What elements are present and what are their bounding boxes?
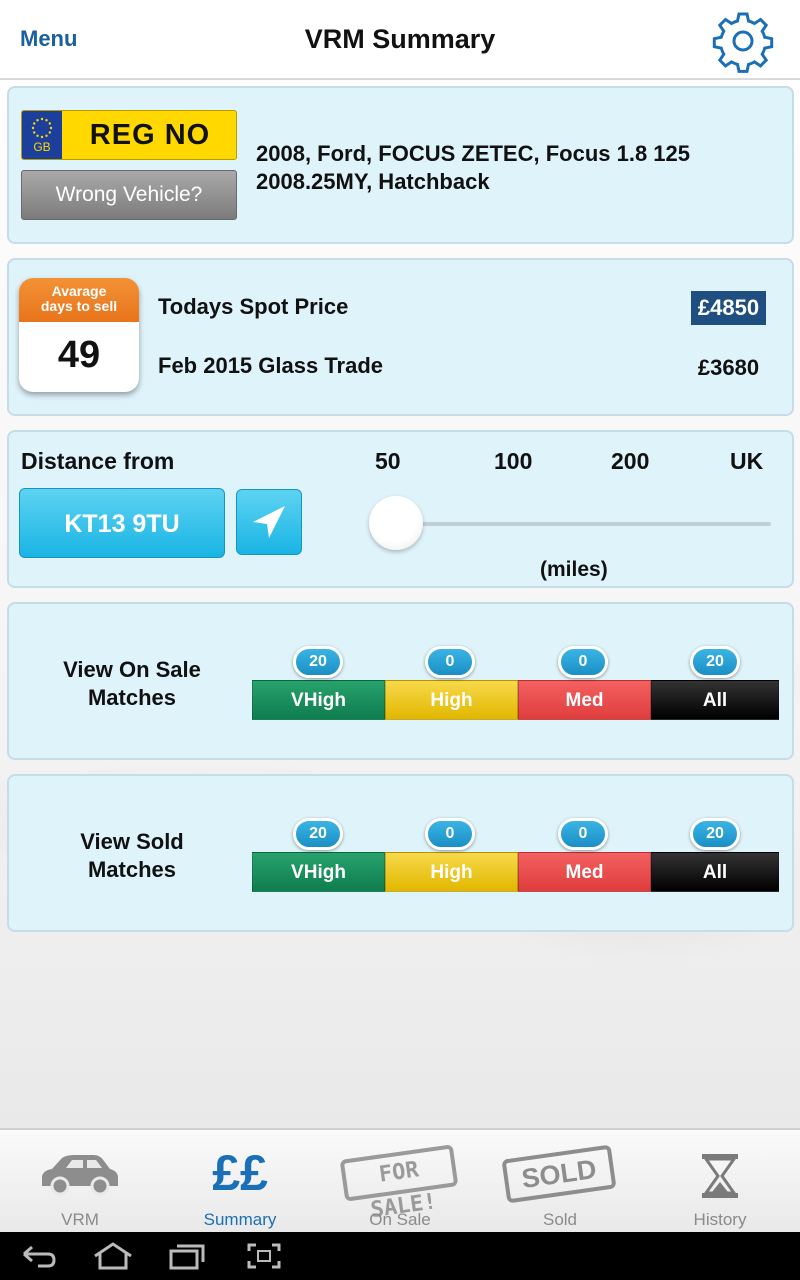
distance-tick-50[interactable]: 50 bbox=[375, 448, 401, 475]
on-sale-vhigh-button[interactable]: VHigh bbox=[252, 680, 385, 720]
pricing-card: Avarage days to sell 49 Todays Spot Pric… bbox=[7, 258, 794, 416]
tab-summary[interactable]: ££ Summary bbox=[160, 1130, 320, 1234]
on-sale-title-line2: Matches bbox=[87, 685, 177, 710]
glass-trade-label: Feb 2015 Glass Trade bbox=[158, 353, 384, 378]
reg-number: REG NO bbox=[89, 119, 211, 151]
on-sale-med-count-badge: 0 bbox=[558, 646, 608, 678]
on-sale-matches-card: View On Sale Matches VHigh High Med All … bbox=[7, 602, 794, 760]
tab-on-sale-label: On Sale bbox=[369, 1210, 431, 1229]
sold-title-line1: View Sold bbox=[80, 829, 184, 854]
tab-history[interactable]: History bbox=[640, 1130, 800, 1234]
on-sale-title-line1: View On Sale bbox=[63, 657, 201, 682]
eu-flag: GB bbox=[22, 111, 62, 159]
distance-tick-100[interactable]: 100 bbox=[494, 448, 532, 475]
sold-vhigh-count-badge: 20 bbox=[293, 818, 343, 850]
tab-history-label: History bbox=[693, 1210, 747, 1229]
hourglass-icon bbox=[702, 1154, 738, 1198]
home-icon[interactable] bbox=[92, 1242, 134, 1270]
days-to-sell-value: 49 bbox=[57, 334, 101, 376]
distance-tick-uk[interactable]: UK bbox=[730, 448, 763, 475]
distance-slider-track[interactable] bbox=[389, 522, 771, 526]
sold-vhigh-button[interactable]: VHigh bbox=[252, 852, 385, 892]
tab-on-sale[interactable]: FOR SALE! On Sale bbox=[320, 1130, 480, 1234]
sold-matches-card: View Sold Matches VHigh High Med All 20 … bbox=[7, 774, 794, 932]
tab-summary-label: Summary bbox=[203, 1210, 277, 1229]
on-sale-all-button[interactable]: All bbox=[651, 680, 779, 720]
recent-apps-icon[interactable] bbox=[168, 1242, 206, 1270]
days-to-sell-calendar: Avarage days to sell 49 bbox=[19, 278, 139, 392]
glass-trade-value: £3680 bbox=[697, 355, 760, 380]
eu-stars-icon bbox=[31, 117, 53, 139]
calendar-header: Avarage days to sell bbox=[19, 278, 139, 322]
sold-high-count-badge: 0 bbox=[425, 818, 475, 850]
vehicle-description: 2008, Ford, FOCUS ZETEC, Focus 1.8 125 2… bbox=[256, 140, 776, 196]
on-sale-matches-title: View On Sale Matches bbox=[39, 656, 225, 712]
distance-card: Distance from 50 100 200 UK KT13 9TU (mi… bbox=[7, 430, 794, 588]
page-title: VRM Summary bbox=[304, 24, 496, 54]
on-sale-high-button[interactable]: High bbox=[385, 680, 518, 720]
on-sale-vhigh-count-badge: 20 bbox=[293, 646, 343, 678]
on-sale-all-count-badge: 20 bbox=[690, 646, 740, 678]
car-icon bbox=[42, 1155, 118, 1196]
for-sale-stamp-icon: FOR SALE! bbox=[339, 1144, 459, 1223]
tab-vrm-label: VRM bbox=[61, 1210, 99, 1229]
sold-med-button[interactable]: Med bbox=[518, 852, 651, 892]
vehicle-description-line2: 2008.25MY, Hatchback bbox=[256, 169, 490, 194]
plate-country: GB bbox=[33, 140, 51, 154]
tab-vrm[interactable]: VRM bbox=[0, 1130, 160, 1234]
bottom-tab-bar: VRM ££ Summary FOR SALE! On Sale SOLD So… bbox=[0, 1128, 800, 1232]
locate-button[interactable] bbox=[236, 489, 302, 555]
pounds-icon: ££ bbox=[212, 1145, 268, 1201]
sold-title-line2: Matches bbox=[87, 857, 177, 882]
vehicle-description-line1: 2008, Ford, FOCUS ZETEC, Focus 1.8 125 bbox=[256, 141, 691, 166]
back-icon[interactable] bbox=[20, 1242, 58, 1270]
on-sale-med-button[interactable]: Med bbox=[518, 680, 651, 720]
screenshot-icon[interactable] bbox=[246, 1242, 282, 1270]
sold-all-count-badge: 20 bbox=[690, 818, 740, 850]
calendar-label-line2: days to sell bbox=[40, 298, 118, 314]
reg-plate: GB REG NO bbox=[21, 110, 237, 160]
on-sale-high-count-badge: 0 bbox=[425, 646, 475, 678]
system-nav-bar bbox=[0, 1232, 800, 1280]
spot-price-value: £4850 bbox=[691, 291, 766, 325]
sold-stamp-icon: SOLD bbox=[501, 1144, 617, 1204]
sold-med-count-badge: 0 bbox=[558, 818, 608, 850]
calendar-label-line1: Avarage bbox=[51, 283, 107, 299]
spot-price-label: Todays Spot Price bbox=[158, 294, 349, 319]
postcode-button[interactable]: KT13 9TU bbox=[19, 488, 225, 558]
tab-sold-label: Sold bbox=[542, 1210, 578, 1229]
sold-all-button[interactable]: All bbox=[651, 852, 779, 892]
distance-unit: (miles) bbox=[540, 558, 608, 581]
distance-slider-thumb[interactable] bbox=[369, 496, 423, 550]
distance-label: Distance from bbox=[21, 448, 175, 474]
vehicle-card: GB REG NO Wrong Vehicle? 2008, Ford, FOC… bbox=[7, 86, 794, 244]
app-header: Menu VRM Summary bbox=[0, 0, 800, 80]
tab-sold[interactable]: SOLD Sold bbox=[480, 1130, 640, 1234]
distance-tick-200[interactable]: 200 bbox=[611, 448, 649, 475]
sold-high-button[interactable]: High bbox=[385, 852, 518, 892]
location-arrow-icon bbox=[253, 506, 285, 538]
gear-icon[interactable] bbox=[710, 8, 776, 74]
sold-matches-title: View Sold Matches bbox=[39, 828, 225, 884]
wrong-vehicle-button[interactable]: Wrong Vehicle? bbox=[21, 170, 237, 220]
